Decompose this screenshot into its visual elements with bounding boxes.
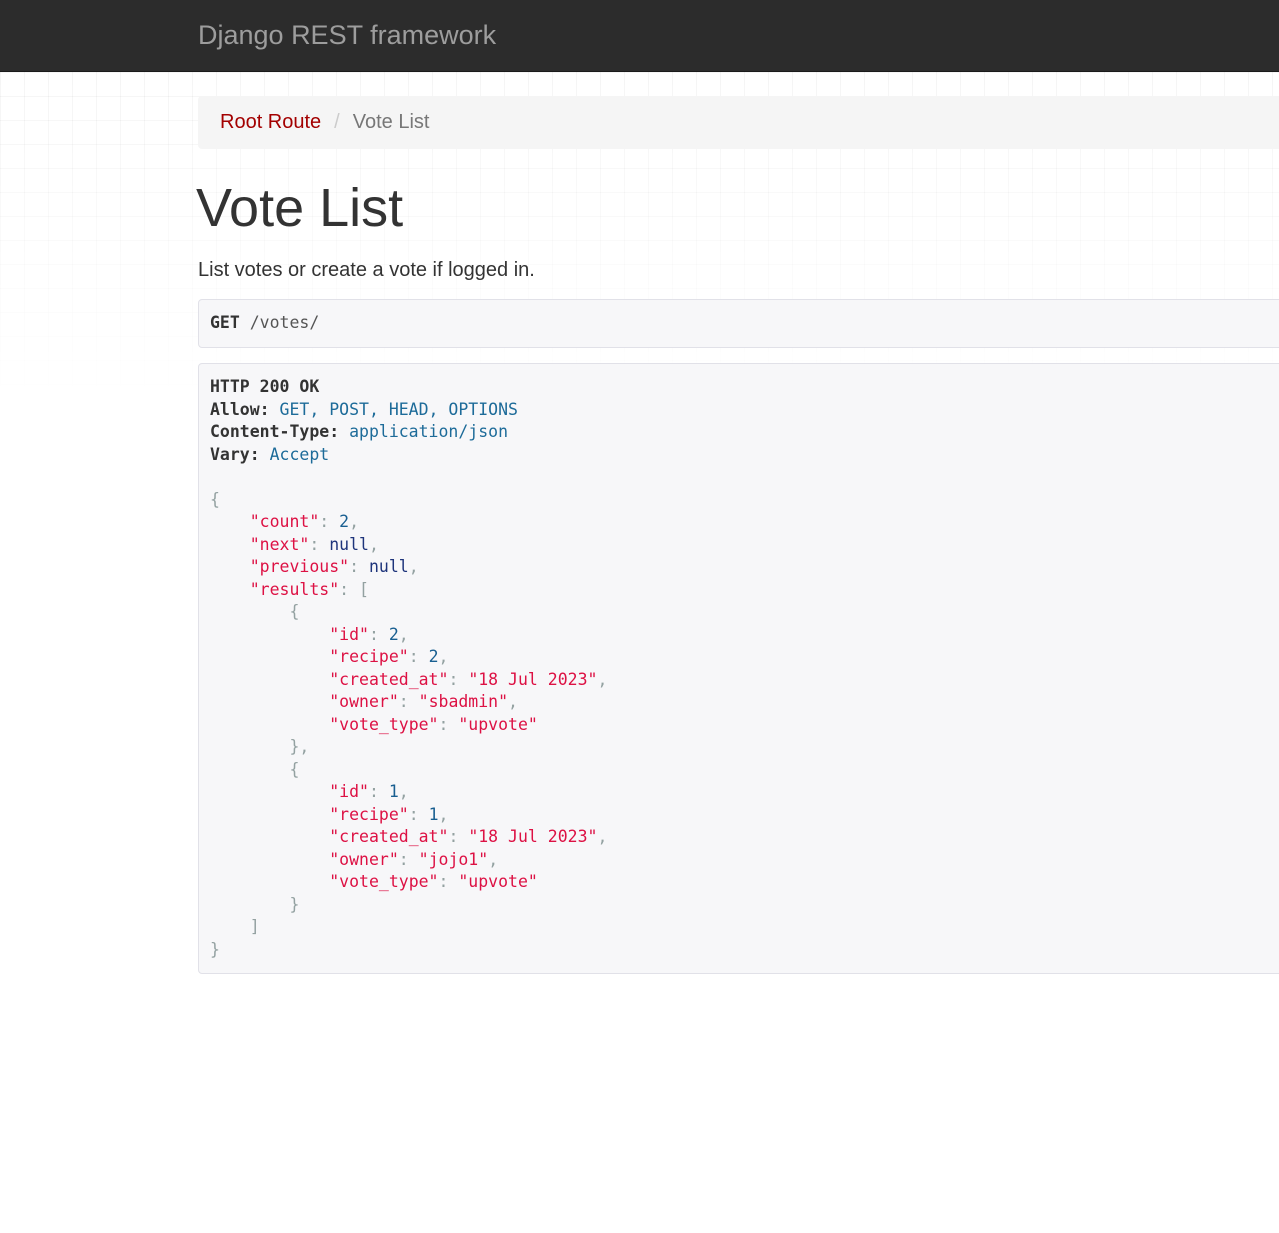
json-value-recipe: 2 (428, 647, 439, 666)
header-value-content-type: application/json (349, 422, 509, 441)
json-key-count: "count" (249, 512, 320, 531)
breadcrumb: Root Route / Vote List (198, 96, 1279, 149)
header-name-allow: Allow: (210, 399, 270, 419)
json-value-created-at: "18 Jul 2023" (468, 827, 598, 846)
response-info: HTTP 200 OK Allow: GET, POST, HEAD, OPTI… (198, 363, 1279, 974)
json-value-vote-type: "upvote" (458, 714, 538, 734)
json-key-owner: "owner" (329, 692, 399, 711)
json-key-vote-type: "vote_type" (329, 872, 439, 891)
brand-link[interactable]: Django REST framework (198, 18, 496, 52)
json-key-id: "id" (329, 782, 369, 801)
request-path: /votes/ (249, 313, 320, 332)
json-key-recipe: "recipe" (329, 647, 409, 666)
breadcrumb-root-route[interactable]: Root Route (220, 111, 321, 134)
response-status: HTTP 200 OK (210, 377, 320, 396)
json-value-owner: "jojo1" (418, 849, 489, 869)
request-info: GET /votes/ (198, 299, 1279, 348)
request-method: GET (210, 313, 240, 332)
json-value-id: 2 (388, 624, 399, 644)
json-key-next: "next" (249, 534, 310, 554)
json-key-created-at: "created_at" (329, 827, 449, 846)
navbar: Django REST framework (0, 0, 1279, 72)
json-key-owner: "owner" (329, 849, 399, 869)
header-name-content-type: Content-Type: (210, 422, 340, 441)
json-key-previous: "previous" (249, 557, 350, 576)
json-key-vote-type: "vote_type" (329, 714, 439, 734)
page-description: List votes or create a vote if logged in… (198, 259, 535, 281)
json-value-count: 2 (339, 512, 350, 531)
header-name-vary: Vary: (210, 444, 260, 464)
breadcrumb-current: Vote List (352, 111, 430, 133)
json-value-previous: null (368, 557, 409, 576)
json-value-id: 1 (388, 782, 399, 801)
json-value-recipe: 1 (428, 804, 439, 824)
page: Django REST framework Root Route / Vote … (0, 0, 1279, 1233)
breadcrumb-separator: / (334, 111, 340, 133)
json-key-recipe: "recipe" (329, 804, 409, 824)
json-value-vote-type: "upvote" (458, 872, 538, 891)
json-key-results: "results" (249, 579, 340, 599)
json-value-next: null (329, 534, 369, 554)
json-value-created-at: "18 Jul 2023" (468, 669, 598, 689)
page-title: Vote List (196, 178, 404, 238)
json-key-created-at: "created_at" (329, 669, 449, 689)
json-key-id: "id" (329, 624, 369, 644)
header-value-allow: GET, POST, HEAD, OPTIONS (279, 399, 518, 419)
json-value-owner: "sbadmin" (418, 692, 509, 711)
header-value-vary: Accept (269, 444, 330, 464)
